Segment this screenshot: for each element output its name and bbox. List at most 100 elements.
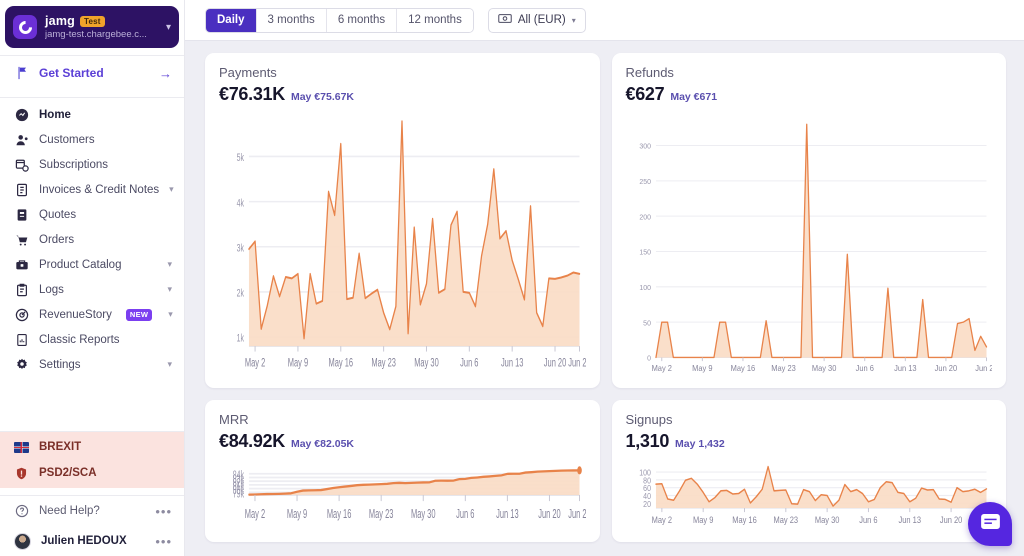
sidebar-footer: BREXIT PSD2/SCA Need Help? ••• Julien HE…	[0, 424, 184, 556]
svg-text:May 16: May 16	[329, 357, 354, 370]
svg-text:Jun 13: Jun 13	[501, 357, 524, 370]
flag-icon	[14, 66, 29, 81]
svg-text:May 9: May 9	[287, 507, 307, 522]
chart-mrr: 79k 80k 81k 82k 83k 84k May 2 May 9 May 16 May 23…	[219, 458, 586, 534]
card-value: €76.31K	[219, 84, 285, 104]
svg-text:May 23: May 23	[773, 516, 798, 526]
card-payments: Payments €76.31K May €75.67K 1k 2k 3k 4k 5k M…	[205, 53, 600, 389]
chat-message-icon	[980, 514, 1000, 534]
overflow-menu-icon[interactable]: •••	[155, 534, 172, 549]
currency-icon	[498, 13, 512, 27]
chart-payments: 1k 2k 3k 4k 5k May 2 May 9 May 16 May 23 May 30 Ju…	[219, 111, 586, 380]
account-switcher[interactable]: jamg Test jamg-test.chargebee.c... ▾	[5, 6, 179, 48]
svg-text:3k: 3k	[237, 242, 245, 254]
svg-text:May 2: May 2	[245, 507, 265, 522]
svg-text:May 30: May 30	[814, 516, 839, 526]
chevron-down-icon: ▾	[571, 15, 576, 25]
range-3-months[interactable]: 3 months	[256, 8, 327, 32]
sidebar-item-orders[interactable]: Orders	[0, 227, 184, 252]
sidebar-item-psd2-sca[interactable]: PSD2/SCA	[0, 460, 184, 486]
app-root: jamg Test jamg-test.chargebee.c... ▾ Get…	[0, 0, 1024, 556]
alert-label: BREXIT	[39, 441, 82, 453]
chart-refunds: 0 50 100 150 200 250 300 May 2 May 9 May 16 May 23…	[626, 111, 992, 380]
range-12-months[interactable]: 12 months	[397, 8, 473, 32]
home-icon	[14, 107, 29, 122]
svg-text:May 2: May 2	[651, 364, 671, 373]
currency-selector[interactable]: All (EUR) ▾	[487, 7, 586, 33]
chevron-down-icon: ▾	[168, 309, 173, 319]
date-range-segmented-control: Daily 3 months 6 months 12 months	[205, 7, 474, 33]
avatar	[14, 532, 31, 550]
sidebar-item-home[interactable]: Home	[0, 102, 184, 127]
alert-label: PSD2/SCA	[39, 467, 97, 479]
card-title: Refunds	[625, 65, 674, 80]
card-value: €627	[625, 84, 665, 104]
sidebar-label: Product Catalog	[39, 258, 122, 271]
sidebar-item-quotes[interactable]: Quotes	[0, 202, 184, 227]
svg-text:May 16: May 16	[730, 364, 755, 373]
chat-widget-button[interactable]	[968, 502, 1012, 546]
arrow-right-icon: →	[159, 65, 172, 81]
svg-text:May 2: May 2	[245, 357, 265, 370]
chargebee-logo-icon	[13, 15, 37, 39]
sidebar-item-invoices[interactable]: Invoices & Credit Notes ▾	[0, 177, 184, 202]
svg-text:May 30: May 30	[411, 507, 436, 522]
svg-text:Jun 20: Jun 20	[538, 507, 560, 522]
sidebar-label: Subscriptions	[39, 158, 109, 171]
logs-icon	[14, 282, 29, 297]
settings-icon	[14, 357, 29, 372]
account-text: jamg Test jamg-test.chargebee.c...	[45, 14, 162, 40]
sidebar-item-get-started[interactable]: Get Started →	[0, 56, 184, 90]
sidebar-item-settings[interactable]: Settings ▾	[0, 352, 184, 377]
range-daily[interactable]: Daily	[206, 8, 257, 32]
overflow-menu-icon[interactable]: •••	[155, 504, 172, 519]
svg-text:Jun 27: Jun 27	[975, 364, 992, 373]
account-env-badge: Test	[79, 15, 105, 27]
sidebar-item-customers[interactable]: Customers	[0, 127, 184, 152]
sidebar-label: Logs	[39, 283, 64, 296]
shield-icon	[14, 467, 29, 480]
sidebar-item-subscriptions[interactable]: Subscriptions	[0, 152, 184, 177]
svg-text:May 9: May 9	[692, 364, 712, 373]
svg-text:2k: 2k	[237, 287, 245, 299]
svg-text:0: 0	[647, 354, 651, 362]
chevron-down-icon: ▾	[167, 359, 172, 369]
svg-text:Jun 13: Jun 13	[496, 507, 518, 522]
sidebar-item-brexit[interactable]: BREXIT	[0, 434, 184, 460]
help-icon	[14, 504, 29, 518]
card-title: Payments	[219, 65, 277, 80]
svg-text:84k: 84k	[233, 470, 245, 484]
card-value: 1,310	[625, 431, 670, 452]
sidebar-label: Get Started	[39, 66, 104, 80]
svg-text:Jun 20: Jun 20	[939, 516, 962, 526]
sidebar-item-user[interactable]: Julien HEDOUX •••	[0, 526, 184, 556]
svg-text:May 30: May 30	[811, 364, 836, 373]
svg-text:May 16: May 16	[327, 507, 352, 522]
main-content: Daily 3 months 6 months 12 months All (E…	[185, 0, 1024, 556]
chart-signups: 20 40 60 80 100 May 2 May 9 May 16 May 23 May 30 J…	[626, 458, 992, 534]
card-comparison: May 1,432	[675, 438, 725, 451]
chevron-down-icon: ▾	[167, 284, 172, 294]
sidebar-item-need-help[interactable]: Need Help? •••	[0, 496, 184, 526]
card-title: Signups	[625, 412, 673, 428]
sidebar-item-classic-reports[interactable]: Classic Reports	[0, 327, 184, 352]
svg-text:4k: 4k	[237, 197, 245, 209]
svg-text:100: 100	[639, 284, 651, 292]
subscriptions-icon	[14, 157, 29, 172]
revenuestory-icon	[14, 307, 29, 322]
sidebar-item-logs[interactable]: Logs ▾	[0, 277, 184, 302]
quotes-icon	[14, 207, 29, 222]
svg-text:100: 100	[639, 468, 651, 478]
sidebar-item-revenuestory[interactable]: RevenueStory NEW ▾	[0, 302, 184, 327]
account-domain: jamg-test.chargebee.c...	[45, 29, 147, 40]
svg-text:Jun 27: Jun 27	[568, 507, 585, 522]
reports-icon	[14, 332, 29, 347]
chevron-down-icon: ▾	[165, 21, 171, 33]
dashboard-grid: Payments €76.31K May €75.67K 1k 2k 3k 4k 5k M…	[185, 41, 1024, 556]
sidebar-item-product-catalog[interactable]: Product Catalog ▾	[0, 252, 184, 277]
svg-text:Jun 6: Jun 6	[855, 364, 873, 373]
svg-text:Jun 13: Jun 13	[894, 364, 916, 373]
catalog-icon	[14, 257, 29, 272]
svg-text:May 23: May 23	[369, 507, 394, 522]
range-6-months[interactable]: 6 months	[326, 8, 398, 32]
